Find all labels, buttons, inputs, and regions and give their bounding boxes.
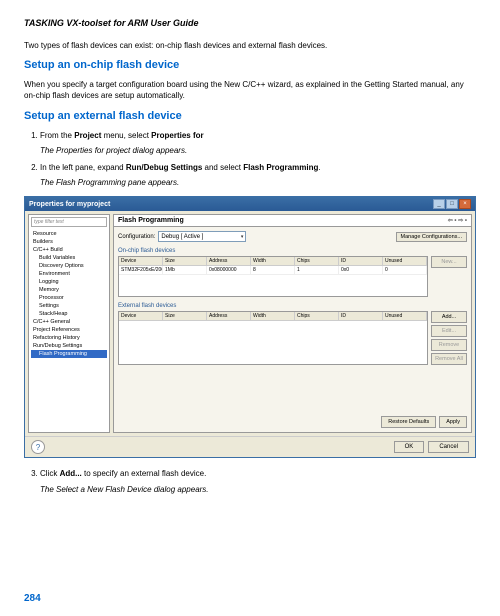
cell: STM32F205xE/206E — [119, 266, 163, 274]
col-unused: Unused — [383, 312, 427, 320]
tree-stack[interactable]: Stack/Heap — [31, 310, 107, 318]
step-2-note: The Flash Programming pane appears. — [40, 177, 476, 188]
pane-header: Flash Programming ⇦ • ⇨ • — [113, 214, 472, 227]
text: Run/Debug Settings — [126, 163, 202, 172]
config-label: Configuration: — [118, 234, 155, 240]
col-address: Address — [207, 312, 251, 320]
text: Add... — [60, 469, 82, 478]
tree-refactoring[interactable]: Refactoring History — [31, 334, 107, 342]
dialog-titlebar: Properties for myproject _ □ × — [25, 197, 475, 211]
text: Project — [74, 131, 101, 140]
tree-memory[interactable]: Memory — [31, 286, 107, 294]
chevron-down-icon: ▾ — [241, 234, 244, 240]
pane-title: Flash Programming — [118, 217, 184, 224]
nav-arrows[interactable]: ⇦ • ⇨ • — [448, 217, 467, 224]
col-width: Width — [251, 257, 295, 265]
tree-pane: type filter text Resource Builders C/C++… — [28, 214, 110, 433]
tree-processor[interactable]: Processor — [31, 294, 107, 302]
external-table: Device Size Address Width Chips ID Unuse… — [118, 311, 428, 365]
tree-discovery[interactable]: Discovery Options — [31, 262, 107, 270]
ok-button[interactable]: OK — [394, 441, 425, 453]
cell: 0 — [383, 266, 427, 274]
tree-builders[interactable]: Builders — [31, 238, 107, 246]
cell: 8 — [251, 266, 295, 274]
help-icon[interactable]: ? — [31, 440, 45, 454]
restore-defaults-button[interactable]: Restore Defaults — [381, 416, 436, 428]
minimize-button[interactable]: _ — [433, 199, 445, 209]
step-1: From the Project menu, select Properties… — [40, 130, 476, 156]
close-button[interactable]: × — [459, 199, 471, 209]
window-buttons: _ □ × — [433, 199, 471, 209]
tree-resource[interactable]: Resource — [31, 230, 107, 238]
step-2: In the left pane, expand Run/Debug Setti… — [40, 162, 476, 188]
right-pane: Flash Programming ⇦ • ⇨ • Configuration:… — [113, 214, 472, 433]
col-unused: Unused — [383, 257, 427, 265]
tree-rundebug[interactable]: Run/Debug Settings — [31, 342, 107, 350]
new-button[interactable]: New... — [431, 256, 467, 268]
text: and select — [202, 163, 243, 172]
tree-ccbuild[interactable]: C/C++ Build — [31, 246, 107, 254]
step-1-note: The Properties for project dialog appear… — [40, 145, 476, 156]
col-size: Size — [163, 257, 207, 265]
text: In the left pane, expand — [40, 163, 126, 172]
text: menu, select — [101, 131, 151, 140]
col-id: ID — [339, 257, 383, 265]
config-value: Debug [ Active ] — [161, 234, 203, 240]
onchip-group-label: On-chip flash devices — [118, 248, 467, 254]
doc-header: TASKING VX-toolset for ARM User Guide — [24, 18, 476, 28]
text: Click — [40, 469, 60, 478]
config-dropdown[interactable]: Debug [ Active ] ▾ — [158, 231, 246, 242]
filter-input[interactable]: type filter text — [31, 217, 107, 227]
pane-content: Configuration: Debug [ Active ] ▾ Manage… — [113, 227, 472, 433]
removeall-button[interactable]: Remove All — [431, 353, 467, 365]
text: . — [318, 163, 320, 172]
maximize-button[interactable]: □ — [446, 199, 458, 209]
text: From the — [40, 131, 74, 140]
col-device: Device — [119, 312, 163, 320]
cell: 0x0 — [339, 266, 383, 274]
cell: 1Mb — [163, 266, 207, 274]
heading-external: Setup an external flash device — [24, 110, 476, 122]
col-address: Address — [207, 257, 251, 265]
text: Properties for — [151, 131, 203, 140]
dialog-footer: ? OK Cancel — [25, 436, 475, 457]
external-group-label: External flash devices — [118, 303, 467, 309]
page-number: 284 — [24, 593, 41, 604]
onchip-table: Device Size Address Width Chips ID Unuse… — [118, 256, 428, 297]
apply-button[interactable]: Apply — [439, 416, 467, 428]
add-button[interactable]: Add... — [431, 311, 467, 323]
dialog-title: Properties for myproject — [29, 201, 110, 208]
step-3-note: The Select a New Flash Device dialog app… — [40, 484, 476, 495]
step-3: Click Add... to specify an external flas… — [40, 468, 476, 494]
tree-projrefs[interactable]: Project References — [31, 326, 107, 334]
col-size: Size — [163, 312, 207, 320]
cell: 0x08000000 — [207, 266, 251, 274]
col-chips: Chips — [295, 312, 339, 320]
cell: 1 — [295, 266, 339, 274]
col-id: ID — [339, 312, 383, 320]
tree-logging[interactable]: Logging — [31, 278, 107, 286]
col-device: Device — [119, 257, 163, 265]
properties-dialog: Properties for myproject _ □ × type filt… — [24, 196, 476, 458]
tree-ccgeneral[interactable]: C/C++ General — [31, 318, 107, 326]
heading-onchip: Setup an on-chip flash device — [24, 59, 476, 71]
remove-button[interactable]: Remove — [431, 339, 467, 351]
col-chips: Chips — [295, 257, 339, 265]
tree-buildvars[interactable]: Build Variables — [31, 254, 107, 262]
table-row[interactable]: STM32F205xE/206E 1Mb 0x08000000 8 1 0x0 … — [119, 266, 427, 275]
cancel-button[interactable]: Cancel — [428, 441, 469, 453]
para-onchip: When you specify a target configuration … — [24, 79, 476, 101]
col-width: Width — [251, 312, 295, 320]
tree-settings[interactable]: Settings — [31, 302, 107, 310]
config-row: Configuration: Debug [ Active ] ▾ Manage… — [118, 231, 467, 242]
tree-environment[interactable]: Environment — [31, 270, 107, 278]
text: to specify an external flash device. — [82, 469, 207, 478]
tree-flashprog[interactable]: Flash Programming — [31, 350, 107, 358]
manage-configs-button[interactable]: Manage Configurations... — [396, 232, 467, 242]
intro-para: Two types of flash devices can exist: on… — [24, 40, 476, 51]
edit-button[interactable]: Edit... — [431, 325, 467, 337]
text: Flash Programming — [243, 163, 318, 172]
